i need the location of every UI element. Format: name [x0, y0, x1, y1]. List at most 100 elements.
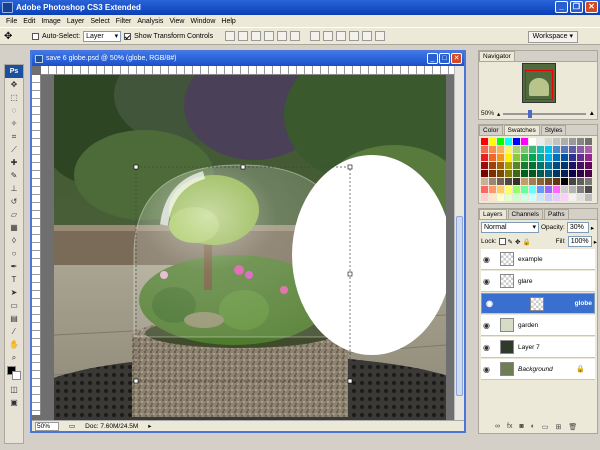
tab-styles[interactable]: Styles	[540, 125, 567, 135]
swatch[interactable]	[553, 154, 560, 161]
type-tool-icon[interactable]: T	[7, 274, 21, 286]
swatch[interactable]	[585, 178, 592, 185]
layer-row[interactable]: ◉ Layer 7	[481, 337, 595, 358]
menu-filter[interactable]: Filter	[113, 18, 135, 25]
swatch[interactable]	[545, 162, 552, 169]
swatch[interactable]	[561, 162, 568, 169]
swatch[interactable]	[569, 162, 576, 169]
swatch[interactable]	[529, 186, 536, 193]
adjustment-layer-icon[interactable]: ◐	[531, 423, 535, 432]
menu-window[interactable]: Window	[187, 18, 218, 25]
swatch[interactable]	[585, 146, 592, 153]
swatch[interactable]	[577, 154, 584, 161]
menu-layer[interactable]: Layer	[64, 18, 88, 25]
eyedropper-icon[interactable]: ⁄	[7, 326, 21, 338]
swatch[interactable]	[545, 154, 552, 161]
hand-tool-icon[interactable]: ✋	[7, 339, 21, 351]
swatch[interactable]	[505, 170, 512, 177]
swatch[interactable]	[529, 138, 536, 145]
swatch[interactable]	[529, 170, 536, 177]
eraser-tool-icon[interactable]: ▱	[7, 209, 21, 221]
swatch[interactable]	[489, 186, 496, 193]
swatch[interactable]	[529, 162, 536, 169]
crop-tool-icon[interactable]: ⌗	[7, 131, 21, 143]
swatch[interactable]	[529, 154, 536, 161]
tab-paths[interactable]: Paths	[543, 209, 569, 219]
vertical-scrollbar[interactable]	[454, 66, 464, 421]
vertical-scrollbar-thumb[interactable]	[456, 216, 463, 396]
lock-transparency-icon[interactable]	[498, 238, 506, 245]
swatch[interactable]	[481, 178, 488, 185]
zoom-in-icon[interactable]: ▲	[589, 110, 595, 117]
swatch[interactable]	[489, 178, 496, 185]
swatch[interactable]	[481, 186, 488, 193]
swatch[interactable]	[505, 186, 512, 193]
swatch[interactable]	[505, 146, 512, 153]
tab-swatches[interactable]: Swatches	[503, 125, 540, 135]
move-tool-icon[interactable]: ✥	[4, 31, 18, 42]
swatch[interactable]	[521, 170, 528, 177]
swatch[interactable]	[537, 154, 544, 161]
swatch[interactable]	[569, 186, 576, 193]
tab-channels[interactable]: Channels	[507, 209, 543, 219]
canvas[interactable]	[54, 75, 446, 421]
swatch[interactable]	[537, 162, 544, 169]
swatch[interactable]	[585, 138, 592, 145]
marquee-tool-icon[interactable]: ⬚	[7, 92, 21, 104]
blend-mode-dropdown[interactable]: Normal ▾	[481, 222, 539, 233]
swatch[interactable]	[481, 162, 488, 169]
swatch[interactable]	[497, 138, 504, 145]
swatch[interactable]	[497, 170, 504, 177]
menu-view[interactable]: View	[166, 18, 187, 25]
swatch[interactable]	[537, 194, 544, 201]
swatch[interactable]	[513, 146, 520, 153]
screen-mode-icon[interactable]: ▣	[7, 397, 21, 409]
menu-edit[interactable]: Edit	[20, 18, 38, 25]
swatch[interactable]	[481, 138, 488, 145]
swatch[interactable]	[489, 138, 496, 145]
status-menu-arrow-icon[interactable]: ▸	[148, 422, 151, 430]
eye-icon[interactable]: ◉	[481, 276, 492, 287]
swatch[interactable]	[497, 146, 504, 153]
doc-minimize-button[interactable]: _	[427, 53, 438, 64]
dodge-tool-icon[interactable]: ○	[7, 248, 21, 260]
swatch[interactable]	[553, 186, 560, 193]
swatch[interactable]	[577, 138, 584, 145]
swatch[interactable]	[497, 194, 504, 201]
menu-select[interactable]: Select	[87, 18, 112, 25]
eye-icon[interactable]: ◉	[481, 342, 492, 353]
swatch[interactable]	[489, 170, 496, 177]
swatch[interactable]	[489, 194, 496, 201]
doc-info[interactable]: Doc: 7.60M/24.5M	[85, 423, 138, 430]
swatch[interactable]	[513, 194, 520, 201]
swatch[interactable]	[521, 138, 528, 145]
eye-icon[interactable]: ◉	[481, 320, 492, 331]
swatch[interactable]	[561, 146, 568, 153]
align-top-icon[interactable]	[225, 31, 236, 41]
magic-wand-icon[interactable]: ✧	[7, 118, 21, 130]
swatch[interactable]	[545, 186, 552, 193]
swatch[interactable]	[521, 178, 528, 185]
swatch[interactable]	[569, 146, 576, 153]
show-transform-controls-checkbox[interactable]	[124, 32, 132, 40]
distribute-hcenter-icon[interactable]	[362, 31, 373, 41]
swatch[interactable]	[489, 154, 496, 161]
swatch[interactable]	[489, 146, 496, 153]
align-hcenter-icon[interactable]	[277, 31, 288, 41]
swatch[interactable]	[553, 146, 560, 153]
menu-help[interactable]: Help	[218, 18, 238, 25]
swatch[interactable]	[553, 178, 560, 185]
distribute-vcenter-icon[interactable]	[323, 31, 334, 41]
swatch[interactable]	[577, 178, 584, 185]
distribute-right-icon[interactable]	[375, 31, 386, 41]
quick-mask-icon[interactable]: ◫	[7, 384, 21, 396]
swatch[interactable]	[569, 178, 576, 185]
align-left-icon[interactable]	[264, 31, 275, 41]
new-group-icon[interactable]: ▭	[542, 423, 549, 432]
align-vcenter-icon[interactable]	[238, 31, 249, 41]
swatch[interactable]	[553, 194, 560, 201]
swatch[interactable]	[537, 178, 544, 185]
lock-all-icon[interactable]: 🔒	[522, 238, 530, 246]
swatch[interactable]	[505, 178, 512, 185]
swatch[interactable]	[537, 138, 544, 145]
